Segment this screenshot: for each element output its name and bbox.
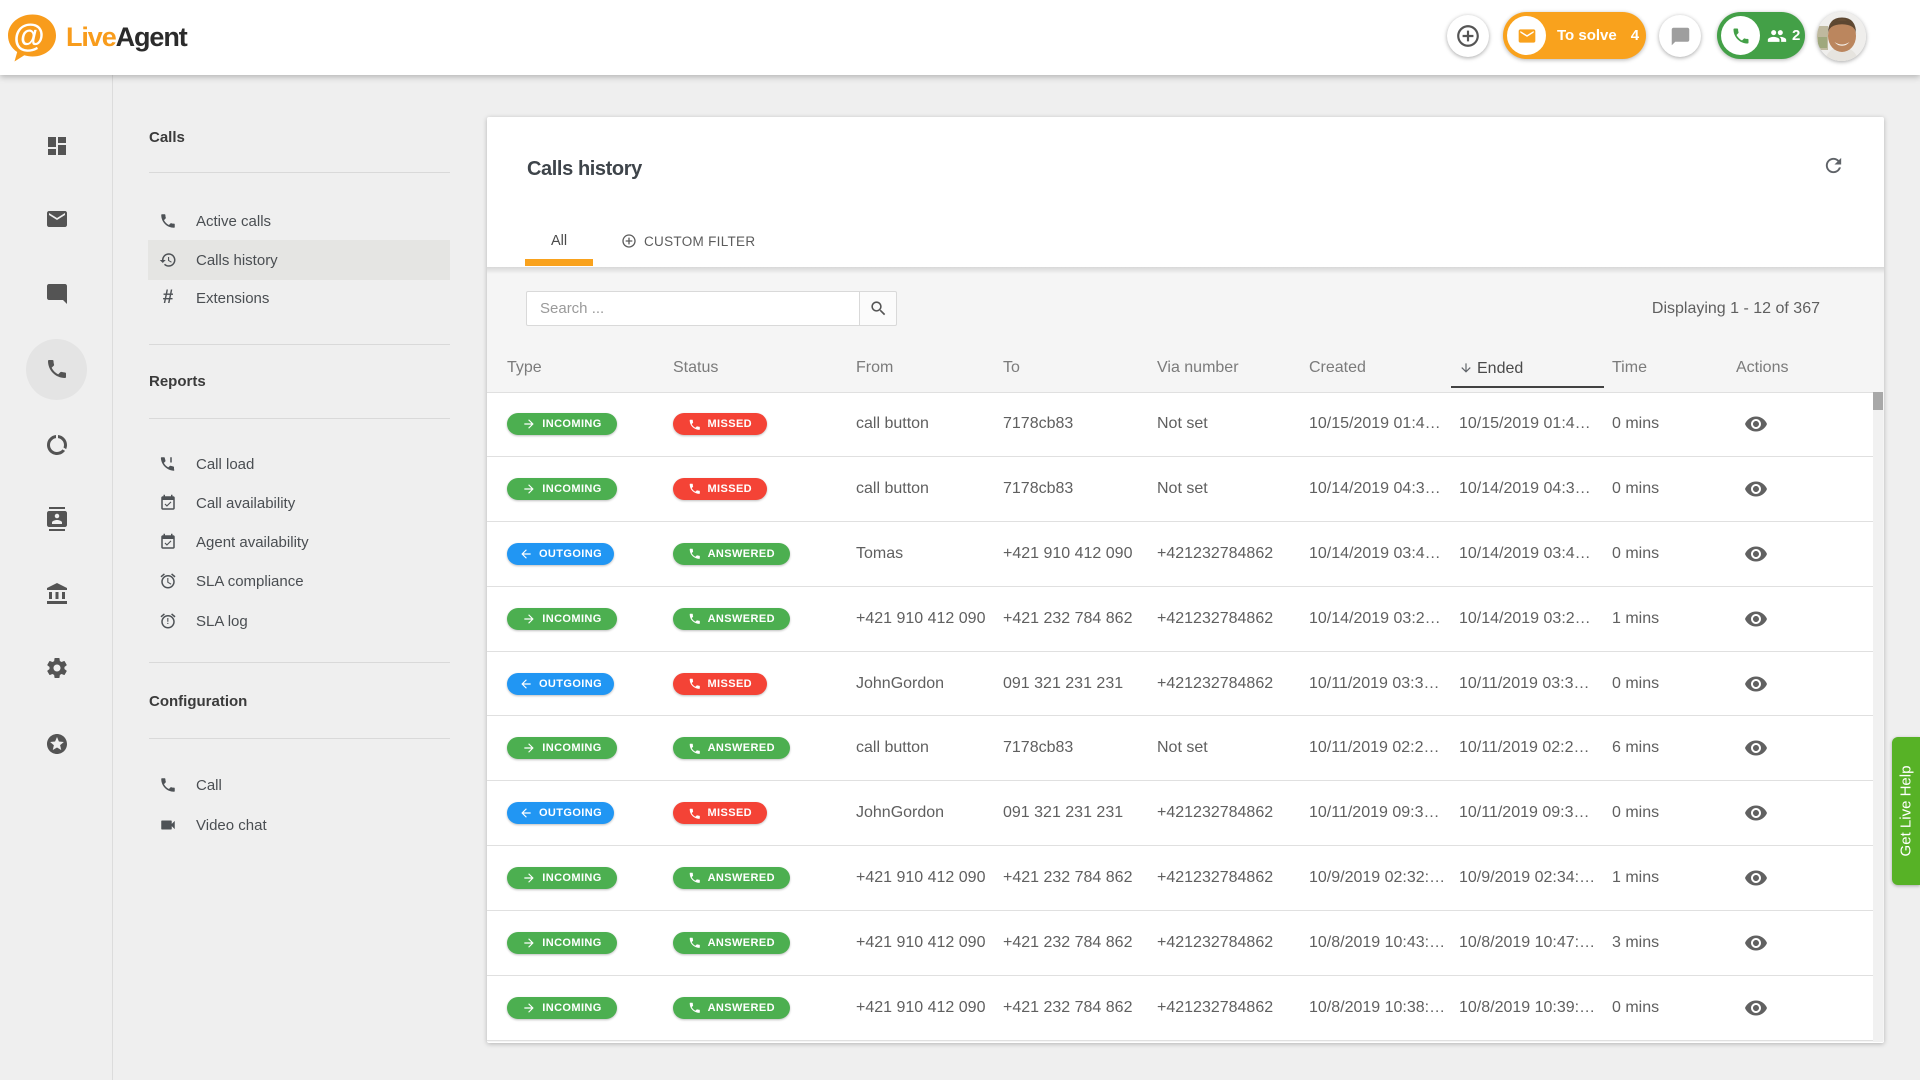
svg-text:@: @ [13,18,44,54]
